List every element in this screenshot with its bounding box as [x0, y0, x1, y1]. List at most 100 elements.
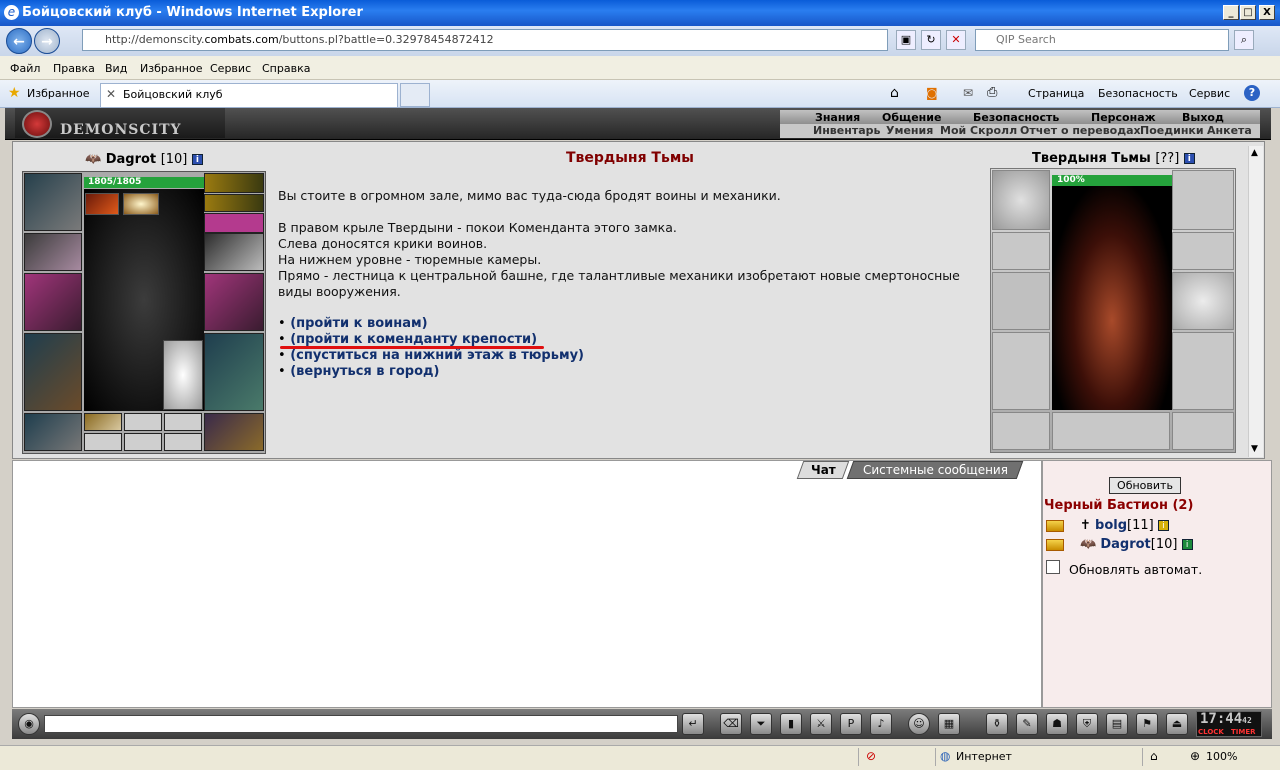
safety-menu[interactable]: Безопасность	[1098, 87, 1178, 100]
filter-icon[interactable]: ⏷	[750, 713, 772, 735]
menu-view[interactable]: Вид	[105, 62, 127, 75]
scroll-up-icon[interactable]: ▲	[1251, 148, 1258, 158]
submenu-transfers[interactable]: Отчет о переводах	[1020, 124, 1141, 137]
submenu-profile[interactable]: Анкета	[1207, 124, 1252, 137]
tab-chat[interactable]: Чат	[796, 461, 850, 479]
amulet-slot[interactable]	[204, 173, 264, 193]
search-icon[interactable]: ⌕	[1234, 30, 1254, 50]
flag-icon[interactable]: ⚑	[1136, 713, 1158, 735]
menu-character[interactable]: Персонаж	[1091, 111, 1156, 124]
stop-icon[interactable]: ✕	[946, 30, 966, 50]
menu-favorites[interactable]: Избранное	[140, 62, 202, 75]
clock-label[interactable]: CLOCK	[1198, 728, 1224, 736]
minimize-button[interactable]: _	[1223, 5, 1239, 20]
effect-icon-1[interactable]	[85, 193, 119, 215]
player-info-icon[interactable]: i	[191, 154, 203, 165]
submenu-skills[interactable]: Умения	[886, 124, 933, 137]
menu-knowledge[interactable]: Знания	[815, 111, 860, 124]
boots-slot[interactable]	[204, 413, 264, 451]
scroll-down-icon[interactable]: ▼	[1251, 444, 1258, 454]
potion-icon[interactable]: ⚱	[986, 713, 1008, 735]
owl-pet-icon[interactable]	[163, 340, 203, 410]
address-input[interactable]: http://demonscity.combats.com/buttons.pl…	[82, 29, 888, 51]
shield-icon[interactable]: ⛨	[1076, 713, 1098, 735]
exit-icon[interactable]: ⏏	[1166, 713, 1188, 735]
help-icon[interactable]: ?	[1244, 85, 1260, 101]
submenu-inventory[interactable]: Инвентарь	[813, 124, 880, 137]
smiley-icon[interactable]: ☺	[908, 713, 930, 735]
tab-system-messages[interactable]: Системные сообщения	[846, 461, 1024, 479]
browser-tab[interactable]: Бойцовский клуб	[100, 83, 398, 107]
belt-slot[interactable]	[24, 413, 82, 451]
page-menu[interactable]: Страница	[1028, 87, 1084, 100]
link-commandant[interactable]: • (пройти к коменданту крепости)	[278, 332, 537, 347]
weapon-left-slot[interactable]	[24, 273, 82, 331]
player-list-name[interactable]: Dagrot	[1100, 537, 1150, 552]
armor-slot[interactable]	[24, 333, 82, 411]
menu-help[interactable]: Справка	[262, 62, 310, 75]
scroll-slot-5[interactable]	[124, 433, 162, 451]
link-commandant-text[interactable]: (пройти к коменданту крепости)	[290, 332, 537, 347]
helmet-slot[interactable]	[24, 173, 82, 231]
link-prison-text[interactable]: (спуститься на нижний этаж в тюрьму)	[290, 348, 584, 363]
close-button[interactable]: X	[1259, 5, 1275, 20]
forward-button[interactable]: →	[34, 28, 60, 54]
sound-icon[interactable]: ♪	[870, 713, 892, 735]
refresh-button[interactable]: Обновить	[1109, 477, 1181, 494]
favorites-button[interactable]: Избранное	[27, 87, 89, 100]
player-info-icon[interactable]: i	[1157, 520, 1169, 531]
save-icon[interactable]: ▮	[780, 713, 802, 735]
chat-settings-icon[interactable]: ▦	[938, 713, 960, 735]
building-info-icon[interactable]: i	[1183, 153, 1195, 164]
menu-file[interactable]: Файл	[10, 62, 40, 75]
player-name[interactable]: Dagrot	[106, 152, 156, 167]
tools-menu[interactable]: Сервис	[1189, 87, 1230, 100]
scroll-slot-3[interactable]	[164, 413, 202, 431]
inventory-icon[interactable]: ▤	[1106, 713, 1128, 735]
protected-mode-icon[interactable]: ⌂	[1150, 749, 1158, 763]
home-icon[interactable]: ⌂	[890, 85, 899, 101]
timer-label[interactable]: TIMER	[1231, 728, 1256, 736]
feeds-icon[interactable]: ◙	[926, 86, 938, 100]
fighter-icon[interactable]: ⚔	[810, 713, 832, 735]
effect-icon-2[interactable]	[123, 193, 159, 215]
legs-slot[interactable]	[204, 333, 264, 411]
rings-slot[interactable]	[204, 213, 264, 233]
submenu-scroll[interactable]: Мой Скролл	[940, 124, 1017, 137]
menu-security[interactable]: Безопасность	[973, 111, 1059, 124]
back-button[interactable]: ←	[6, 28, 32, 54]
scroll-slot-1[interactable]	[84, 413, 122, 431]
popup-blocked-icon[interactable]: ⊘	[866, 749, 876, 763]
chat-log[interactable]	[12, 460, 1042, 708]
zoom-icon[interactable]: ⊕	[1190, 749, 1200, 763]
menu-exit[interactable]: Выход	[1182, 111, 1224, 124]
scroll-slot-6[interactable]	[164, 433, 202, 451]
send-icon[interactable]: ↵	[682, 713, 704, 735]
menu-tools[interactable]: Сервис	[210, 62, 251, 75]
private-message-icon[interactable]	[1046, 519, 1064, 532]
player-list-name[interactable]: bolg	[1095, 518, 1127, 533]
player-info-icon[interactable]: i	[1181, 539, 1193, 550]
link-warriors-text[interactable]: (пройти к воинам)	[290, 316, 427, 331]
link-city-text[interactable]: (вернуться в город)	[290, 364, 439, 379]
scroll-slot-2[interactable]	[124, 413, 162, 431]
eraser-icon[interactable]: ⌫	[720, 713, 742, 735]
gloves-slot[interactable]	[204, 233, 264, 271]
zoom-level[interactable]: 100%	[1206, 750, 1237, 763]
new-tab-button[interactable]	[400, 83, 430, 107]
submenu-battles[interactable]: Поединки	[1140, 124, 1204, 137]
menu-edit[interactable]: Правка	[53, 62, 95, 75]
menu-communication[interactable]: Общение	[882, 111, 941, 124]
compat-view-icon[interactable]: ▣	[896, 30, 916, 50]
translit-icon[interactable]: P	[840, 713, 862, 735]
warrior-icon[interactable]: ☗	[1046, 713, 1068, 735]
link-prison[interactable]: • (спуститься на нижний этаж в тюрьму)	[278, 348, 584, 363]
weapon-right-slot[interactable]	[204, 273, 264, 331]
scroll-icon[interactable]: ✎	[1016, 713, 1038, 735]
refresh-icon[interactable]: ↻	[921, 30, 941, 50]
link-city[interactable]: • (вернуться в город)	[278, 364, 439, 379]
chat-mode-icon[interactable]: ◉	[18, 713, 40, 735]
main-scrollbar[interactable]	[1248, 146, 1263, 457]
link-warriors[interactable]: • (пройти к воинам)	[278, 316, 428, 331]
bracers-slot[interactable]	[24, 233, 82, 271]
